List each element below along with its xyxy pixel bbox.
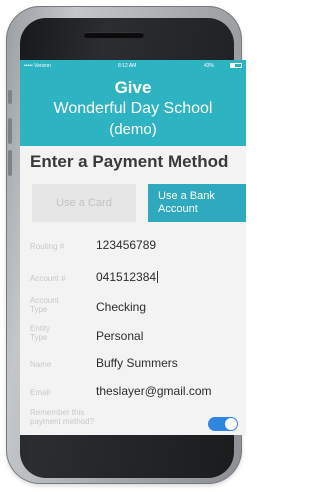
name-field[interactable]: Buffy Summers	[96, 356, 178, 370]
use-card-label: Use a Card	[56, 197, 112, 209]
email-field[interactable]: theslayer@gmail.com	[96, 384, 212, 398]
app-screen: ••••• Verizon 8:12 AM 43% Give Wonderful…	[20, 60, 246, 435]
toggle-knob	[225, 418, 237, 430]
entity-type-label-line1: Entity	[30, 324, 51, 333]
home-indicator-area	[20, 435, 220, 465]
demo-tag: (demo)	[109, 121, 157, 138]
account-type-label-line2: Type	[30, 305, 48, 314]
remember-label-line1: Remember this	[30, 408, 85, 417]
earpiece-speaker	[84, 32, 144, 38]
page-title: Enter a Payment Method	[30, 152, 229, 171]
use-bank-label-line1: Use a Bank	[158, 190, 215, 202]
name-label: Name	[30, 360, 52, 369]
entity-type-label: Entity Type	[30, 324, 90, 342]
account-type-label: Account Type	[30, 296, 90, 314]
routing-row: Routing # 123456789	[20, 238, 246, 256]
account-type-select[interactable]: Checking	[96, 300, 146, 314]
entity-type-row: Entity Type Personal	[20, 324, 246, 346]
routing-label: Routing #	[30, 242, 65, 251]
remember-label: Remember this payment method?	[30, 408, 120, 426]
remember-label-line2: payment method?	[30, 417, 95, 426]
text-cursor	[157, 271, 159, 283]
mute-switch	[8, 90, 12, 104]
account-row: Account # 041512384	[20, 270, 246, 288]
volume-up-button	[8, 118, 12, 144]
remember-toggle[interactable]	[208, 417, 238, 431]
account-type-label-line1: Account	[30, 296, 59, 305]
account-number-field[interactable]: 041512384	[96, 270, 159, 284]
name-row: Name Buffy Summers	[20, 356, 246, 374]
battery-percent: 43%	[204, 63, 215, 69]
status-bar: ••••• Verizon 8:12 AM 43%	[20, 60, 246, 72]
account-number-value: 041512384	[96, 270, 157, 284]
account-type-row: Account Type Checking	[20, 296, 246, 318]
email-row: Email theslayer@gmail.com	[20, 384, 246, 402]
email-label: Email	[30, 388, 51, 397]
volume-down-button	[8, 150, 12, 176]
entity-type-label-line2: Type	[30, 333, 48, 342]
organization-name: Wonderful Day School	[53, 100, 213, 117]
entity-type-select[interactable]: Personal	[96, 329, 143, 343]
status-time: 8:12 AM	[118, 63, 137, 69]
app-header: Give Wonderful Day School (demo)	[20, 72, 246, 146]
battery-fill	[231, 64, 236, 67]
routing-number-field[interactable]: 123456789	[96, 238, 156, 252]
use-bank-label-line2: Account	[158, 203, 198, 215]
account-label: Account #	[30, 274, 66, 283]
battery-icon	[230, 63, 242, 68]
header-title: Give	[114, 78, 152, 97]
carrier-label: ••••• Verizon	[24, 63, 51, 69]
use-bank-account-tab[interactable]: Use a Bank Account	[148, 184, 246, 222]
use-card-tab[interactable]: Use a Card	[32, 184, 136, 222]
